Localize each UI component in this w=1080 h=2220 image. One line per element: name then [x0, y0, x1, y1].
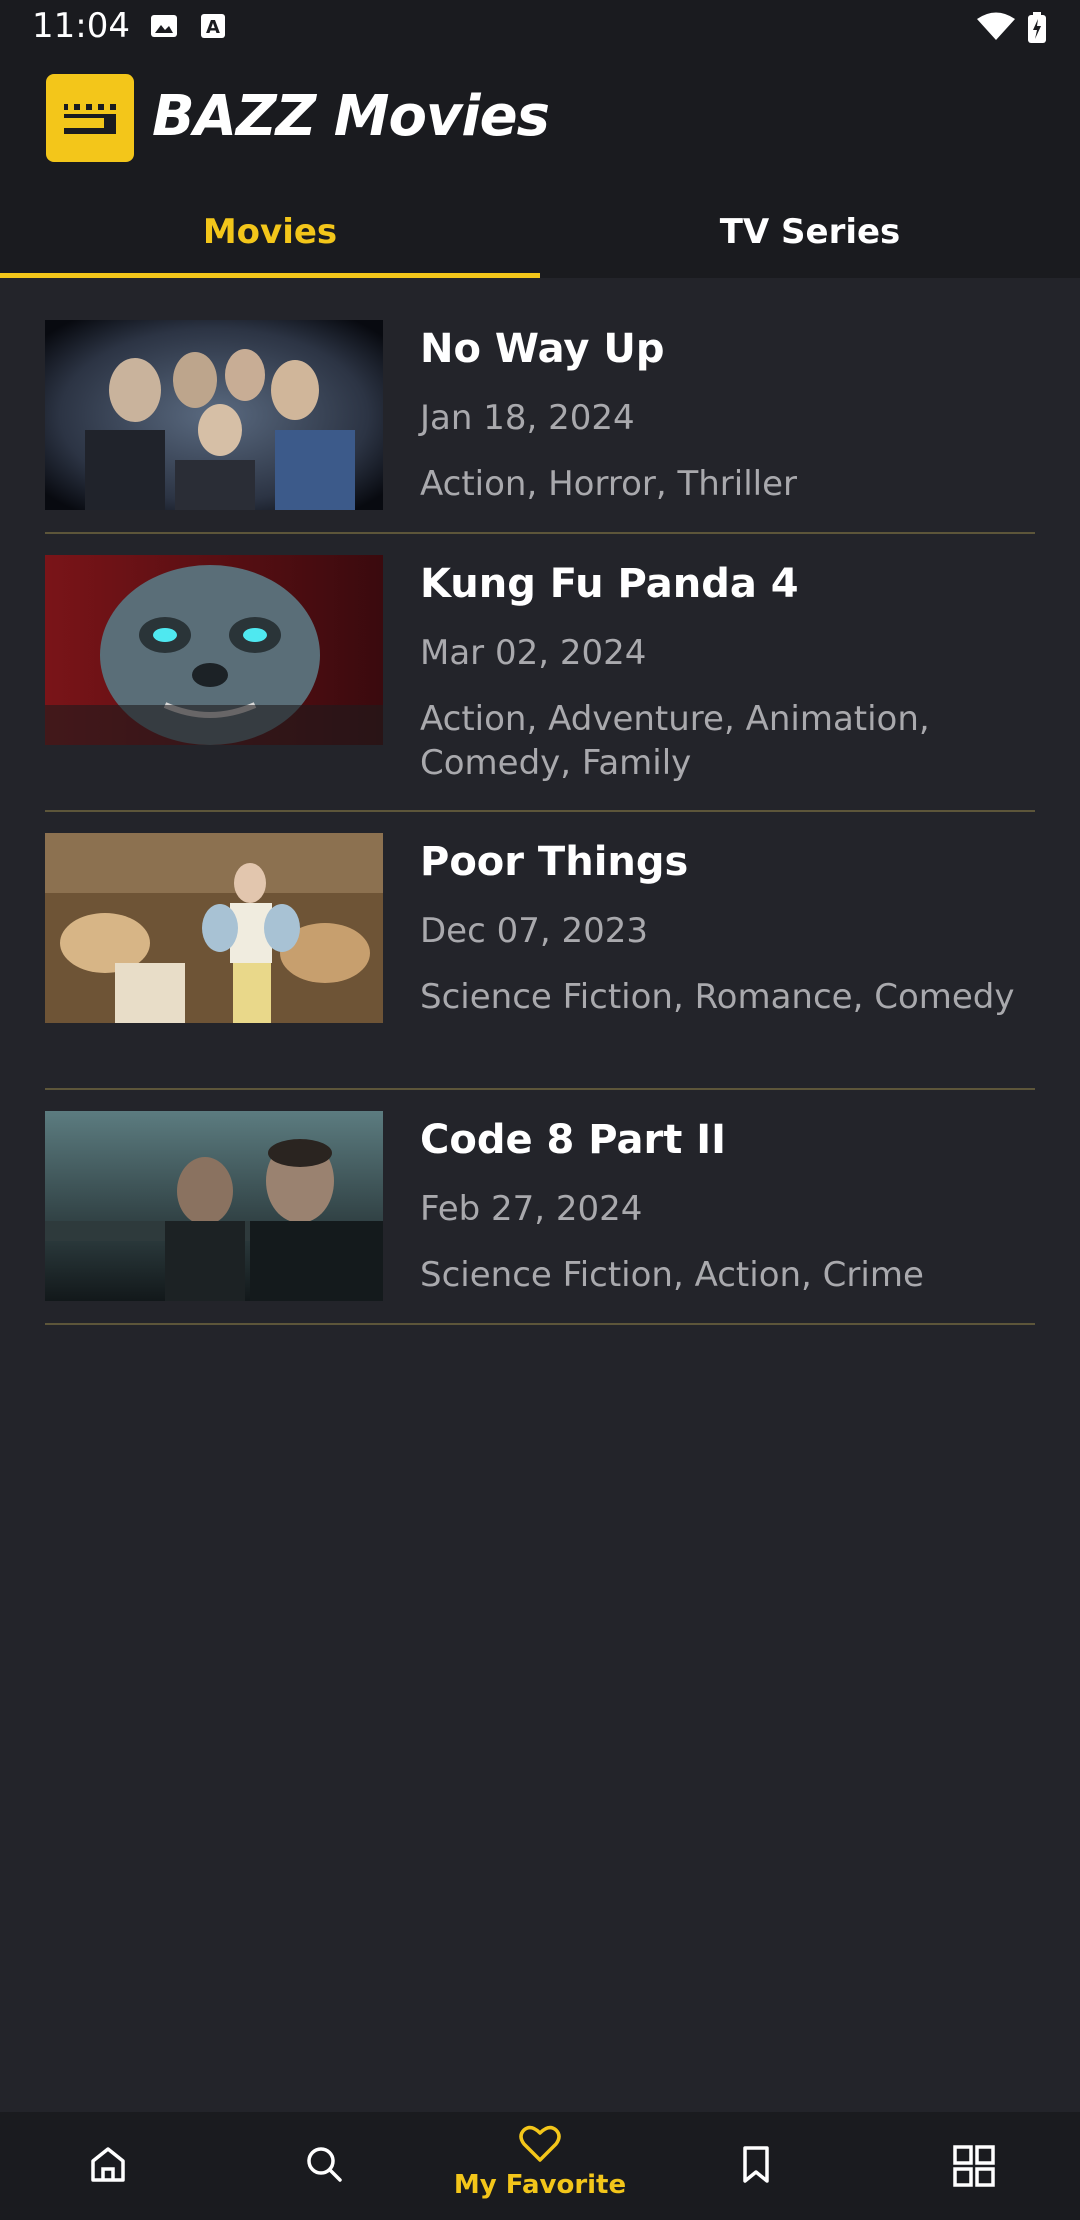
- movie-genres: Action, Adventure, Animation, Comedy, Fa…: [420, 699, 930, 783]
- svg-text:A: A: [206, 17, 220, 38]
- movie-release-date: Mar 02, 2024: [420, 633, 647, 673]
- bottom-navigation: My Favorite: [0, 2112, 1080, 2220]
- list-item[interactable]: Poor Things Dec 07, 2023 Science Fiction…: [45, 833, 1035, 1090]
- battery-icon: [1027, 12, 1047, 48]
- movie-poster: [45, 555, 383, 745]
- movie-genres: Science Fiction, Action, Crime: [420, 1255, 924, 1295]
- movie-title: Poor Things: [420, 839, 689, 885]
- bookmark-icon: [736, 2144, 776, 2188]
- movie-title: No Way Up: [420, 326, 665, 372]
- status-time: 11:04: [32, 6, 130, 46]
- list-item[interactable]: Kung Fu Panda 4 Mar 02, 2024 Action, Adv…: [45, 555, 1035, 812]
- list-item[interactable]: Code 8 Part II Feb 27, 2024 Science Fict…: [45, 1111, 1035, 1325]
- tab-movies[interactable]: Movies: [0, 186, 540, 278]
- movie-title: Kung Fu Panda 4: [420, 561, 799, 607]
- nav-search[interactable]: [216, 2112, 432, 2220]
- movie-poster: [45, 833, 383, 1023]
- tab-active-indicator: [0, 273, 540, 278]
- nav-my-favorite-label: My Favorite: [453, 2170, 627, 2200]
- movie-release-date: Jan 18, 2024: [420, 398, 635, 438]
- grid-icon: [952, 2144, 996, 2192]
- nav-more[interactable]: [864, 2112, 1080, 2220]
- movie-title: Code 8 Part II: [420, 1117, 727, 1163]
- movie-genres: Science Fiction, Romance, Comedy: [420, 977, 1015, 1017]
- list-item[interactable]: No Way Up Jan 18, 2024 Action, Horror, T…: [45, 320, 1035, 534]
- tab-bar: Movies TV Series: [0, 186, 1080, 278]
- movie-release-date: Dec 07, 2023: [420, 911, 649, 951]
- search-icon: [304, 2144, 344, 2188]
- movie-poster: [45, 320, 383, 510]
- movie-release-date: Feb 27, 2024: [420, 1189, 643, 1229]
- tab-movies-label: Movies: [202, 212, 338, 252]
- home-icon: [88, 2144, 128, 2188]
- font-icon: A: [200, 12, 226, 44]
- image-icon: [150, 12, 178, 44]
- wifi-icon: [976, 12, 1016, 46]
- tab-tv-series[interactable]: TV Series: [540, 186, 1080, 278]
- heart-icon: [518, 2124, 562, 2168]
- status-bar: 11:04 A: [0, 0, 1080, 56]
- nav-my-favorite[interactable]: My Favorite: [432, 2112, 648, 2220]
- app-title: BAZZ Movies: [152, 84, 550, 149]
- movie-poster: [45, 1111, 383, 1301]
- clapperboard-icon: [46, 74, 134, 162]
- app-header: BAZZ Movies: [0, 56, 1080, 186]
- tab-tv-series-label: TV Series: [719, 212, 901, 252]
- movie-genres: Action, Horror, Thriller: [420, 464, 798, 504]
- nav-bookmarks[interactable]: [648, 2112, 864, 2220]
- nav-home[interactable]: [0, 2112, 216, 2220]
